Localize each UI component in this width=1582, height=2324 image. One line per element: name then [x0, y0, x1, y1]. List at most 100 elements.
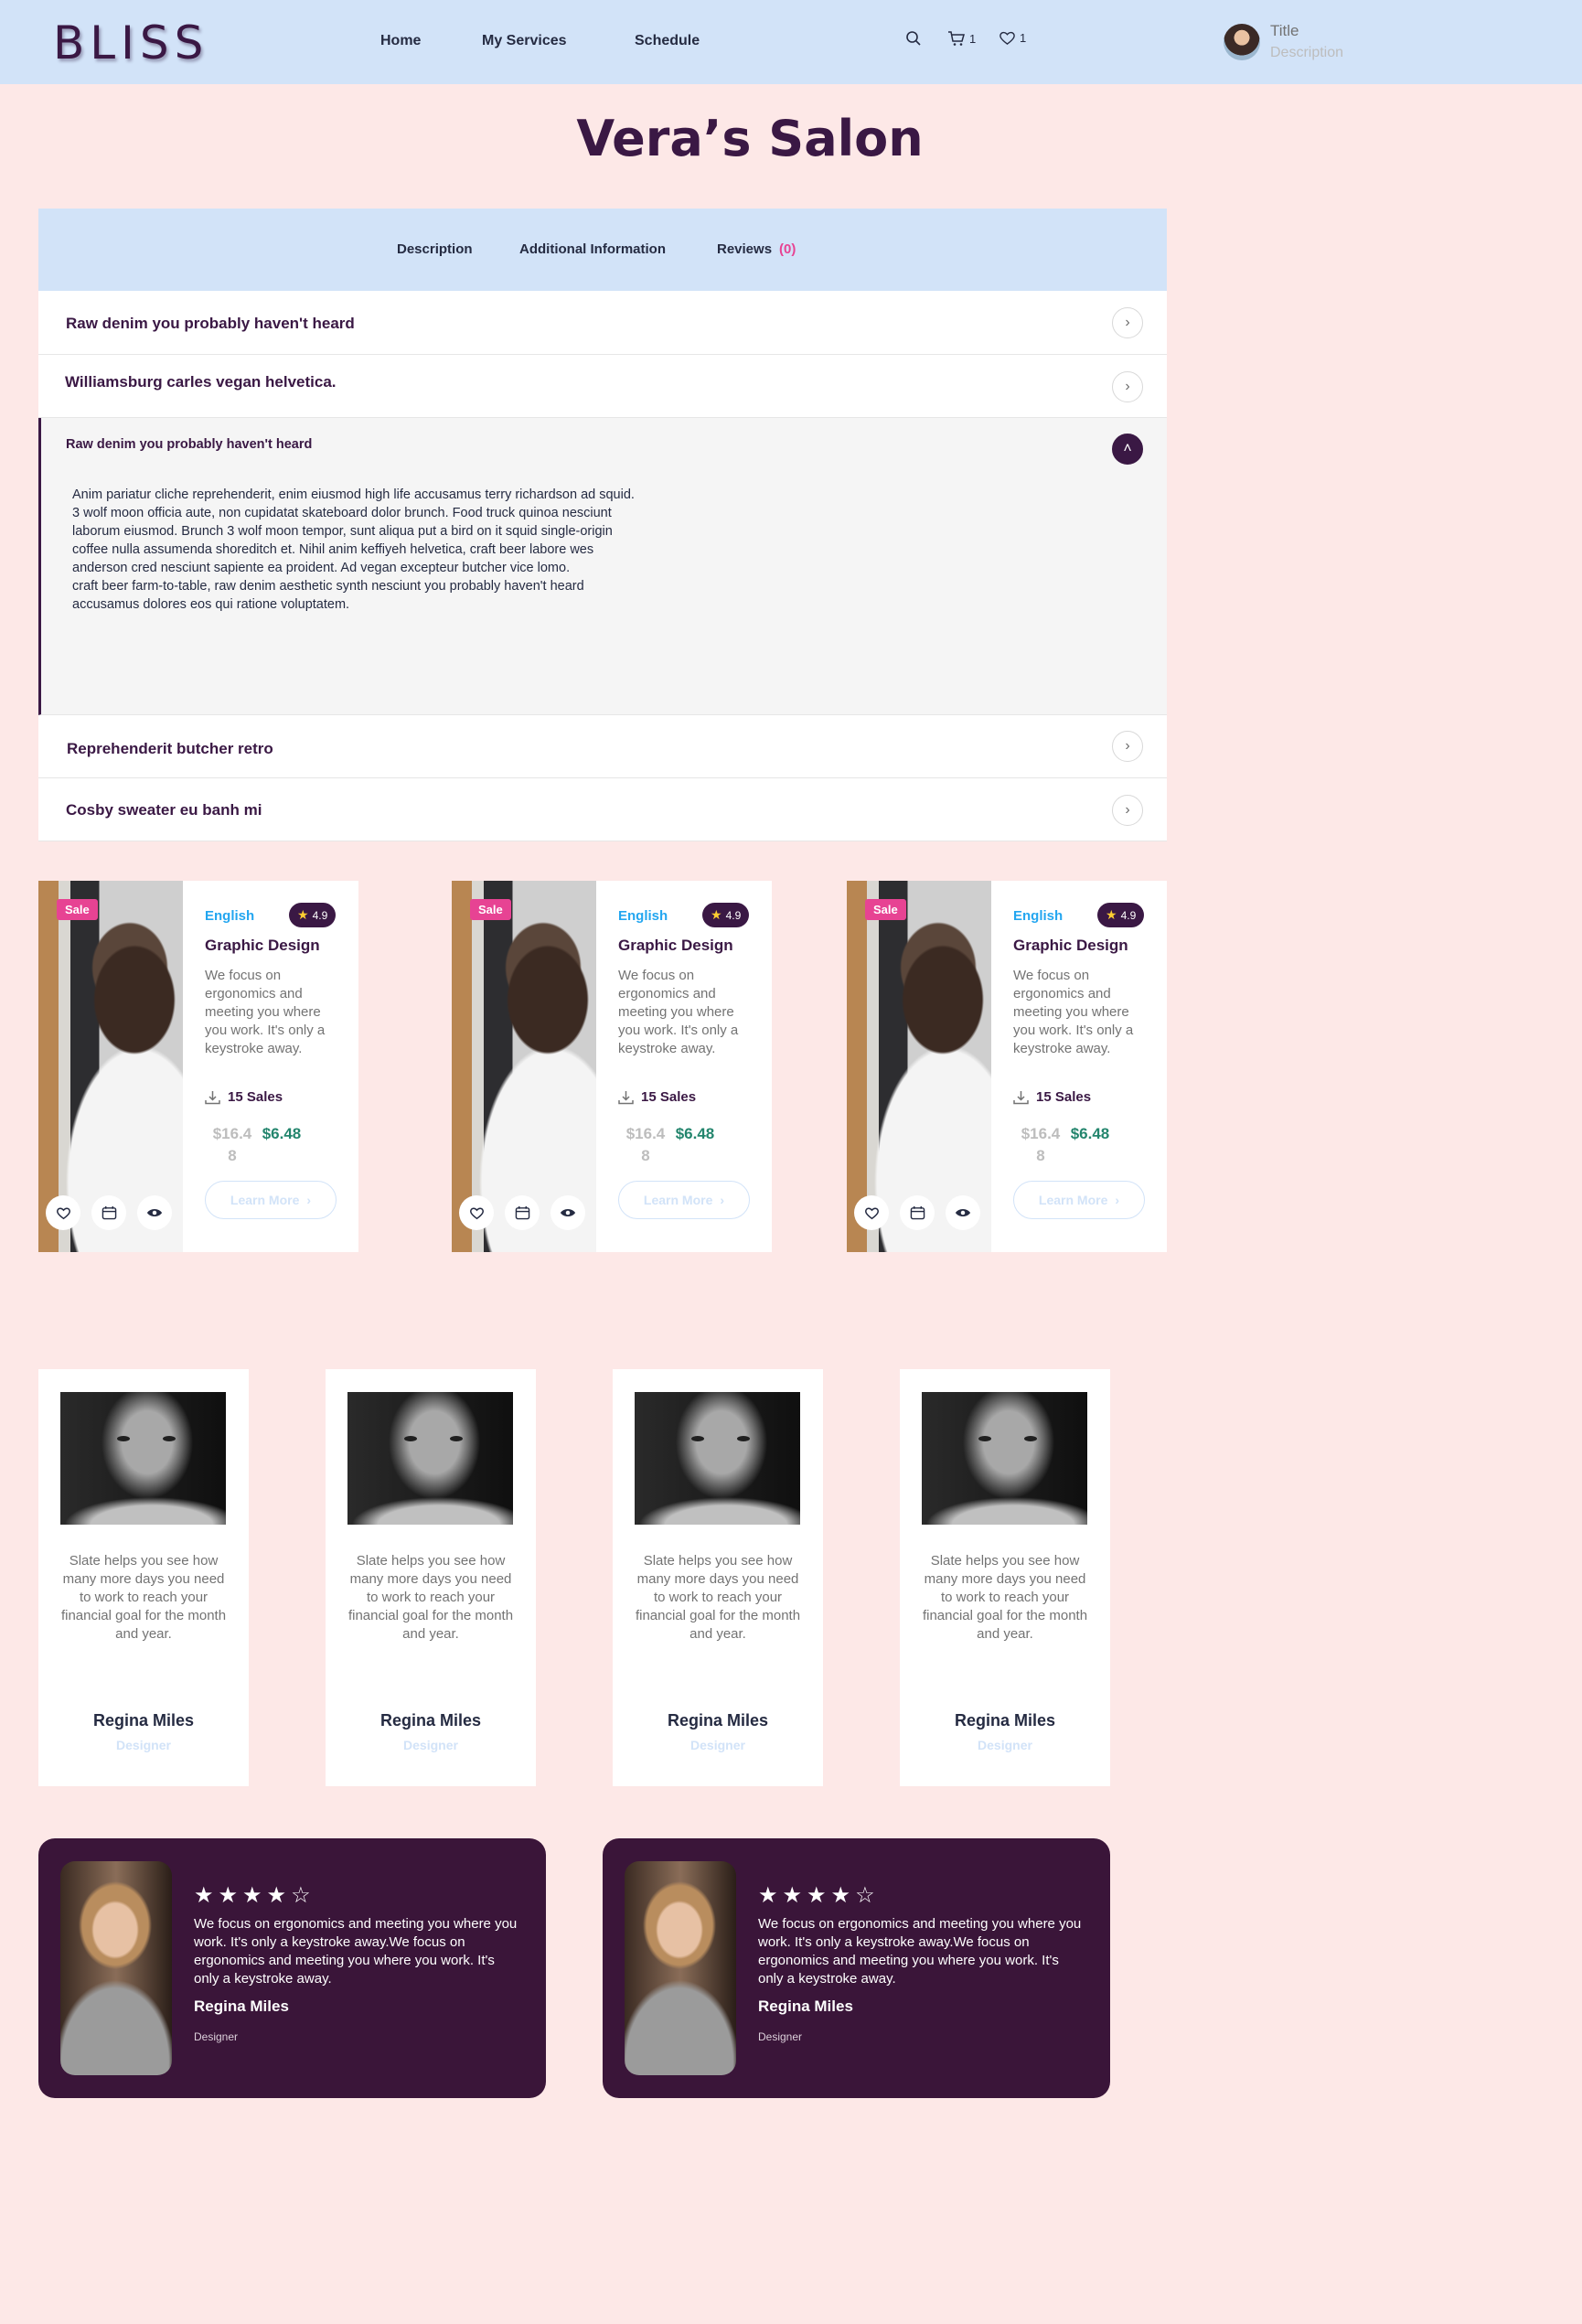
star-icon: ★: [830, 1883, 851, 1908]
rating-badge: ★ 4.9: [1097, 903, 1145, 927]
new-price: $6.48: [1070, 1125, 1110, 1142]
new-price: $6.48: [675, 1125, 715, 1142]
review-text: We focus on ergonomics and meeting you w…: [194, 1916, 518, 1987]
reviewer-role: Designer: [194, 2030, 239, 2043]
eye-icon: [955, 1208, 971, 1217]
team-card: Slate helps you see how many more days y…: [613, 1369, 823, 1786]
old-price: $16.48: [625, 1125, 666, 1164]
team-quote: Slate helps you see how many more days y…: [922, 1553, 1088, 1642]
tab-description[interactable]: Description: [397, 241, 473, 257]
language-label: English: [1013, 908, 1064, 924]
reviewer-photo: [625, 1861, 736, 2075]
team-name: Regina Miles: [92, 1711, 195, 1730]
learn-more-button[interactable]: Learn More ›: [1013, 1181, 1145, 1219]
chevron-right-icon[interactable]: ›: [1112, 307, 1143, 338]
reviewer-name: Regina Miles: [194, 1997, 289, 2015]
nav-my-services[interactable]: My Services: [482, 33, 567, 49]
download-icon: [205, 1090, 220, 1104]
wishlist-count: 1: [1020, 31, 1027, 45]
accordion-item[interactable]: Reprehenderit butcher retro ›: [38, 715, 1167, 778]
reviewer-photo: [60, 1861, 172, 2075]
profile-title: Title: [1270, 22, 1299, 39]
chevron-right-icon[interactable]: ›: [1112, 371, 1143, 402]
rating-badge: ★ 4.9: [289, 903, 337, 927]
product-title[interactable]: Graphic Design: [1013, 937, 1128, 955]
sale-badge: Sale: [865, 899, 906, 920]
brand-logo[interactable]: BLISS: [53, 16, 208, 70]
tab-reviews[interactable]: Reviews (0): [717, 241, 796, 257]
cart-icon: [948, 31, 965, 46]
product-card[interactable]: Sale English ★ 4.9 Graphic Design We focu…: [847, 881, 1167, 1252]
like-button[interactable]: [459, 1195, 494, 1230]
learn-more-button[interactable]: Learn More ›: [618, 1181, 750, 1219]
eye-icon: [560, 1208, 576, 1217]
view-button[interactable]: [137, 1195, 172, 1230]
review-card: ★ ★ ★ ★ ☆ We focus on ergonomics and meeting…: [603, 1838, 1110, 2098]
team-card: Slate helps you see how many more days y…: [38, 1369, 249, 1786]
product-actions: [854, 1195, 980, 1230]
product-card[interactable]: Sale English ★ 4.9 Graphic Design We focu…: [452, 881, 772, 1252]
chevron-right-icon[interactable]: ›: [1112, 795, 1143, 826]
download-icon: [1013, 1090, 1029, 1104]
team-role: Designer: [116, 1738, 171, 1752]
old-price: $16.48: [1021, 1125, 1061, 1164]
cart-button[interactable]: 1: [947, 30, 976, 47]
product-title[interactable]: Graphic Design: [205, 937, 320, 955]
heart-icon: [56, 1206, 70, 1219]
product-card[interactable]: Sale English ★ 4.9 Graphic Design We focu…: [38, 881, 358, 1252]
sales-label: 15 Sales: [641, 1089, 697, 1105]
wishlist-button[interactable]: 1: [999, 30, 1026, 46]
accordion-item[interactable]: Williamsburg carles vegan helvetica. ›: [38, 355, 1167, 418]
schedule-button[interactable]: [91, 1195, 126, 1230]
avatar[interactable]: [1224, 24, 1260, 60]
review-text: We focus on ergonomics and meeting you w…: [758, 1916, 1082, 1987]
learn-more-label: Learn More: [1038, 1193, 1108, 1207]
team-card: Slate helps you see how many more days y…: [900, 1369, 1110, 1786]
view-button[interactable]: [550, 1195, 585, 1230]
accordion-title: Reprehenderit butcher retro: [67, 740, 273, 757]
star-icon: ★: [194, 1883, 214, 1908]
team-quote: Slate helps you see how many more days y…: [60, 1553, 227, 1642]
view-button[interactable]: [946, 1195, 980, 1230]
rating-badge: ★ 4.9: [702, 903, 750, 927]
nav-schedule[interactable]: Schedule: [635, 33, 700, 49]
nav-home[interactable]: Home: [380, 33, 421, 49]
heart-icon: [999, 31, 1015, 45]
team-role: Designer: [690, 1738, 745, 1752]
portrait-photo: [922, 1392, 1087, 1525]
chevron-up-icon[interactable]: ˄: [1112, 434, 1143, 465]
schedule-button[interactable]: [900, 1195, 935, 1230]
chevron-right-icon: ›: [720, 1193, 725, 1207]
accordion-title: Raw denim you probably haven't heard: [66, 315, 355, 332]
like-button[interactable]: [46, 1195, 80, 1230]
sales-count: 15 Sales: [1013, 1089, 1091, 1105]
team-name: Regina Miles: [379, 1711, 482, 1730]
accordion-item[interactable]: Raw denim you probably haven't heard ›: [38, 291, 1167, 355]
accordion-item[interactable]: Cosby sweater eu banh mi ›: [38, 778, 1167, 841]
star-icon: ★: [782, 1883, 803, 1908]
reviewer-name: Regina Miles: [758, 1997, 853, 2015]
tab-reviews-label: Reviews: [717, 241, 773, 257]
new-price: $6.48: [262, 1125, 302, 1142]
star-icon: ★: [218, 1883, 239, 1908]
portrait-photo: [347, 1392, 513, 1525]
like-button[interactable]: [854, 1195, 889, 1230]
schedule-button[interactable]: [505, 1195, 540, 1230]
star-icon: ★: [297, 907, 309, 922]
chevron-right-icon[interactable]: ›: [1112, 731, 1143, 762]
search-button[interactable]: [905, 30, 922, 47]
sale-badge: Sale: [57, 899, 98, 920]
learn-more-button[interactable]: Learn More ›: [205, 1181, 337, 1219]
rating-value: 4.9: [1120, 908, 1137, 922]
star-icon: ★: [266, 1883, 287, 1908]
portrait-photo: [60, 1392, 226, 1525]
accordion-item-expanded[interactable]: Raw denim you probably haven't heard ˄ A…: [38, 418, 1167, 715]
chevron-right-icon: ›: [1115, 1193, 1120, 1207]
product-description: We focus on ergonomics and meeting you w…: [1013, 968, 1134, 1056]
sale-badge: Sale: [470, 899, 511, 920]
language-label: English: [618, 908, 668, 924]
learn-more-label: Learn More: [643, 1193, 713, 1207]
tab-additional-information[interactable]: Additional Information: [519, 241, 666, 257]
rating-value: 4.9: [725, 908, 742, 922]
product-title[interactable]: Graphic Design: [618, 937, 733, 955]
